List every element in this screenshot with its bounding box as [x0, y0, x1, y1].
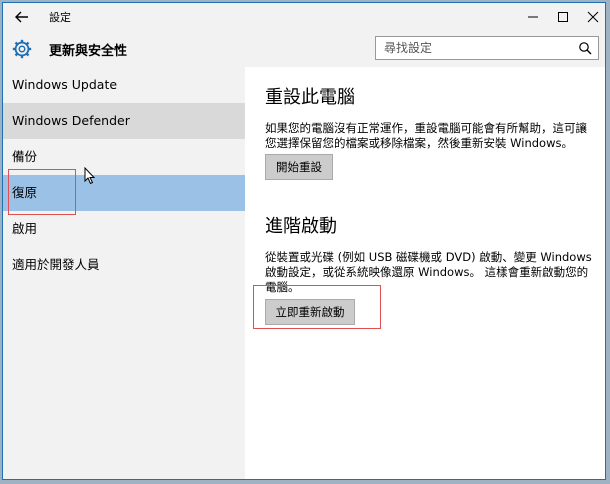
reset-pc-description: 如果您的電腦沒有正常運作，重設電腦可能會有所幫助，這可讓您選擇保留您的檔案或移除…	[265, 121, 587, 150]
close-icon	[587, 11, 599, 23]
close-button[interactable]	[573, 3, 605, 31]
minimize-icon	[528, 16, 538, 18]
settings-window: 設定 更新與安全性 Windows Upda	[2, 2, 606, 480]
restart-now-button[interactable]: 立即重新啟動	[265, 299, 355, 325]
search-box[interactable]	[375, 36, 599, 60]
app-title: 設定	[49, 11, 71, 24]
advanced-startup-description: 從裝置或光碟 (例如 USB 磁碟機或 DVD) 啟動、變更 Windows 啟…	[265, 250, 592, 294]
reset-pc-title: 重設此電腦	[265, 87, 355, 108]
sidebar-item-windows-defender[interactable]: Windows Defender	[3, 103, 245, 139]
sidebar-item-for-developers[interactable]: 適用於開發人員	[3, 247, 245, 283]
start-reset-button[interactable]: 開始重設	[265, 154, 333, 180]
sidebar-item-backup[interactable]: 備份	[3, 139, 245, 175]
page-header: 更新與安全性	[3, 31, 605, 67]
page-title: 更新與安全性	[49, 44, 128, 59]
sidebar: Windows Update Windows Defender 備份 復原 啟用…	[3, 67, 245, 479]
sidebar-item-activation[interactable]: 啟用	[3, 211, 245, 247]
search-icon[interactable]	[578, 41, 592, 55]
maximize-icon	[558, 12, 568, 22]
mouse-cursor-icon	[84, 167, 96, 185]
advanced-startup-title: 進階啟動	[265, 216, 337, 237]
back-arrow-icon	[15, 11, 28, 23]
search-input[interactable]	[376, 37, 572, 59]
title-bar: 設定	[3, 3, 605, 31]
gear-icon	[12, 39, 32, 59]
sidebar-item-recovery[interactable]: 復原	[3, 175, 245, 211]
main-content: 重設此電腦 如果您的電腦沒有正常運作，重設電腦可能會有所幫助，這可讓您選擇保留您…	[245, 67, 605, 479]
sidebar-item-windows-update[interactable]: Windows Update	[3, 67, 245, 103]
back-button[interactable]	[13, 8, 31, 26]
